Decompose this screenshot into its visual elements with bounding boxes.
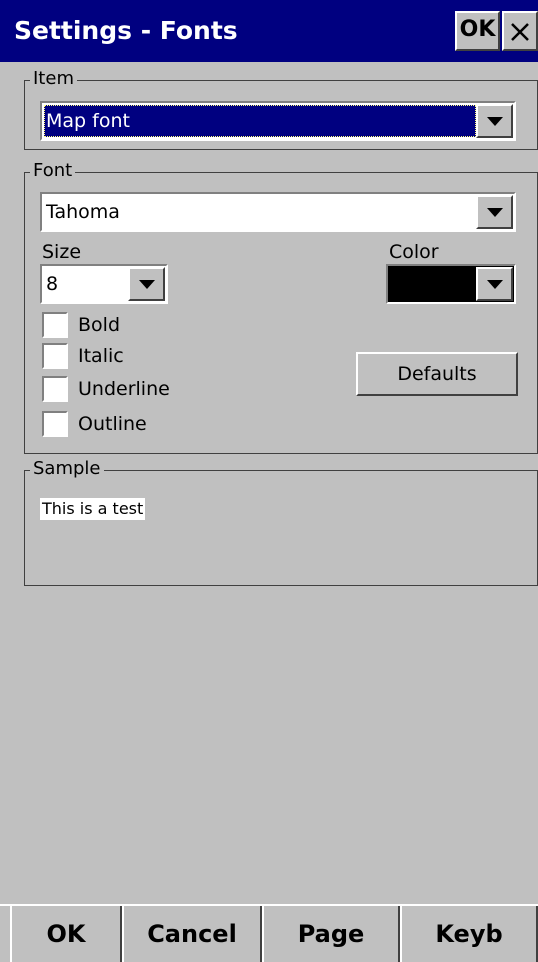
outline-checkbox[interactable] [42,411,68,437]
size-label: Size [42,241,82,263]
menu-bar: OK Cancel Page Keyb [0,904,538,962]
close-button[interactable] [502,11,538,51]
menu-keyb-button[interactable]: Keyb [400,906,538,962]
window-title: Settings - Fonts [14,16,238,45]
color-select[interactable] [386,264,516,304]
title-ok-button[interactable]: OK [455,11,500,51]
outline-label: Outline [78,413,147,435]
size-value: 8 [46,273,59,295]
font-name-select[interactable]: Tahoma [40,192,516,232]
sample-text: This is a test [40,498,146,520]
chevron-down-icon [486,116,503,126]
color-label: Color [389,241,439,263]
item-select-value: Map font [46,110,130,132]
item-group-legend: Item [30,68,77,90]
color-dropdown-button[interactable] [476,267,513,301]
bold-checkbox[interactable] [42,312,68,338]
menu-cancel-button[interactable]: Cancel [122,906,262,962]
menu-page-button[interactable]: Page [262,906,400,962]
item-select[interactable]: Map font [40,101,516,141]
defaults-button[interactable]: Defaults [356,352,518,396]
sample-group [24,470,538,586]
close-icon [511,23,529,41]
menu-ok-button[interactable]: OK [10,906,122,962]
chevron-down-icon [138,279,155,289]
sample-group-legend: Sample [30,458,104,480]
underline-checkbox[interactable] [42,376,68,402]
font-group-legend: Font [30,160,76,182]
italic-label: Italic [78,345,124,367]
font-name-value: Tahoma [46,201,120,223]
italic-checkbox[interactable] [42,343,68,369]
item-select-dropdown-button[interactable] [476,104,513,138]
font-name-dropdown-button[interactable] [476,195,513,229]
chevron-down-icon [486,207,503,217]
size-select[interactable]: 8 [40,264,168,304]
size-dropdown-button[interactable] [128,267,165,301]
underline-label: Underline [78,378,170,400]
chevron-down-icon [486,279,503,289]
bold-label: Bold [78,314,120,336]
